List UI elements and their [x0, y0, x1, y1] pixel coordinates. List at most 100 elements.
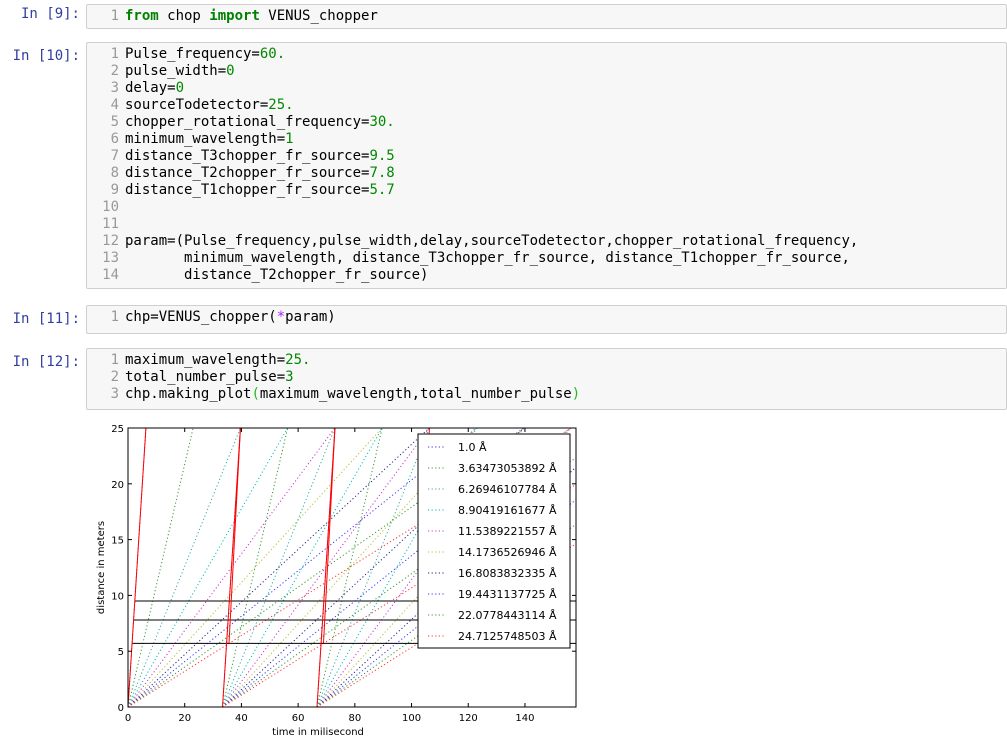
line-number: 9: [110, 182, 119, 198]
legend-label: 19.4431137725 Å: [458, 588, 557, 601]
legend-label: 11.5389221557 Å: [458, 525, 557, 538]
wavelength-line: [222, 428, 289, 707]
line-number: 7: [110, 148, 119, 164]
code-token: from: [125, 8, 159, 24]
code-token: param=(Pulse_frequency,pulse_width,delay…: [125, 233, 859, 249]
wavelength-line: [316, 428, 383, 707]
code-line: 11: [87, 216, 858, 233]
code-token: maximum_wavelength=: [125, 352, 286, 368]
code-line: 9 distance_T1chopper_fr_source=5.7: [87, 182, 858, 199]
line-number: 1: [110, 8, 119, 24]
x-tick-label: 140: [515, 713, 534, 724]
legend-label: 6.26946107784 Å: [458, 483, 557, 496]
legend-label: 22.0778443114 Å: [458, 609, 557, 622]
line-number: 2: [110, 369, 119, 385]
code-token: 25.: [268, 97, 294, 113]
code-token: 1: [285, 131, 294, 147]
x-axis-label: time in milisecond: [272, 727, 364, 738]
code-line: 13 minimum_wavelength, distance_T3choppe…: [87, 250, 858, 267]
code-line: 14 distance_T2chopper_fr_source): [87, 267, 858, 284]
code-line: 10: [87, 199, 858, 216]
code-token: delay=: [125, 80, 176, 96]
code-token: chp=VENUS_chopper(: [125, 309, 277, 325]
code-line: 4 sourceTodetector=25.: [87, 97, 858, 114]
code-line: 1 Pulse_frequency=60.: [87, 46, 858, 63]
code-line: 2 pulse_width=0: [87, 63, 858, 80]
code-token: chopper_rotational_frequency=: [125, 114, 370, 130]
code-token: *: [276, 309, 286, 325]
cell-input-area[interactable]: 1 maximum_wavelength=25. 2 total_number_pul…: [86, 348, 1007, 410]
code-token: pulse_width=: [125, 63, 227, 79]
y-tick-label: 20: [111, 480, 124, 491]
line-number: 3: [110, 80, 119, 96]
x-tick-label: 40: [235, 713, 248, 724]
code-cell[interactable]: In [12]: 1 maximum_wavelength=25. 2 total_nu…: [0, 348, 1007, 410]
code-token: distance_T2chopper_fr_source): [125, 267, 429, 283]
code-token: 25.: [285, 352, 311, 368]
cell-prompt: In [10]:: [12, 48, 80, 64]
code-token: distance_T2chopper_fr_source=: [125, 165, 370, 181]
plot-output: 0 20 40 60 80 100 120 140 0 5 10 15 20 25 time in mili…: [90, 420, 590, 749]
code-line: 1 maximum_wavelength=25.: [87, 352, 580, 369]
code-token: distance_T1chopper_fr_source=: [125, 182, 370, 198]
code-token: (: [251, 386, 260, 402]
line-number: 1: [110, 46, 119, 62]
legend-label: 1.0 Å: [458, 441, 487, 454]
code-token: 60.: [259, 46, 286, 62]
code-token: param): [285, 309, 336, 325]
envelope-fast-line: [222, 428, 241, 707]
code-token: 30.: [369, 114, 395, 130]
legend-label: 16.8083832335 Å: [458, 567, 557, 580]
code-token: maximum_wavelength,total_number_pulse: [259, 386, 572, 402]
cell-input-area[interactable]: 1 from chop import VENUS_chopper: [86, 4, 1007, 29]
code-token: distance_T3chopper_fr_source=: [125, 148, 370, 164]
y-tick-label: 5: [118, 647, 124, 658]
code-token: minimum_wavelength=: [125, 131, 286, 147]
code-editor[interactable]: 1 from chop import VENUS_chopper: [87, 8, 378, 25]
legend-label: 14.1736526946 Å: [458, 546, 557, 559]
code-token: minimum_wavelength, distance_T3chopper_f…: [125, 250, 850, 266]
y-tick-label: 10: [111, 591, 124, 602]
cell-input-area[interactable]: 1 chp=VENUS_chopper(*param): [86, 305, 1007, 334]
cell-prompt: In [9]:: [20, 6, 80, 22]
code-token: Pulse_frequency=: [125, 46, 260, 62]
line-number: 14: [102, 267, 119, 283]
envelope-fast-line: [128, 428, 147, 707]
envelope-fast-line: [316, 428, 336, 707]
x-tick-label: 60: [292, 713, 305, 724]
code-cell[interactable]: In [9]: 1 from chop import VENUS_chopper: [0, 4, 1007, 29]
y-tick-label: 15: [111, 536, 124, 547]
x-tick-label: 20: [178, 713, 191, 724]
code-line: 5 chopper_rotational_frequency=30.: [87, 114, 858, 131]
line-number: 6: [110, 131, 119, 147]
code-cell[interactable]: In [11]: 1 chp=VENUS_chopper(*param): [0, 305, 1007, 334]
code-token: sourceTodetector=: [125, 97, 269, 113]
code-editor[interactable]: 1 Pulse_frequency=60. 2 pulse_width=0 3 delay…: [87, 46, 858, 284]
line-number: 2: [110, 63, 119, 79]
line-number: 1: [110, 352, 119, 368]
code-token: chp.making_plot: [125, 386, 252, 402]
wavelength-line: [128, 428, 194, 707]
wavelength-line: [128, 428, 241, 707]
code-editor[interactable]: 1 chp=VENUS_chopper(*param): [87, 309, 336, 326]
code-line: 8 distance_T2chopper_fr_source=7.8: [87, 165, 858, 182]
code-cell[interactable]: In [10]: 1 Pulse_frequency=60. 2 pulse_width…: [0, 42, 1007, 289]
cell-input-area[interactable]: 1 Pulse_frequency=60. 2 pulse_width=0 3 delay…: [86, 42, 1007, 289]
code-token: 0: [175, 80, 185, 96]
line-number: 1: [110, 309, 119, 325]
code-line: 3 delay=0: [87, 80, 858, 97]
wavelength-line: [128, 428, 383, 707]
y-axis-label: distance in meters: [96, 521, 107, 614]
line-number: 4: [110, 97, 119, 113]
x-tick-label: 100: [402, 713, 421, 724]
code-token: VENUS_chopper: [259, 8, 378, 24]
code-line: 1 from chop import VENUS_chopper: [87, 8, 378, 25]
code-token: 3: [285, 369, 294, 385]
code-editor[interactable]: 1 maximum_wavelength=25. 2 total_number_pul…: [87, 352, 581, 403]
cell-prompt: In [11]:: [12, 311, 80, 327]
code-token: ): [571, 386, 581, 402]
x-tick-label: 80: [348, 713, 361, 724]
code-line: 6 minimum_wavelength=1: [87, 131, 858, 148]
code-line: 12 param=(Pulse_frequency,pulse_width,del…: [87, 233, 858, 250]
x-tick-label: 120: [459, 713, 478, 724]
